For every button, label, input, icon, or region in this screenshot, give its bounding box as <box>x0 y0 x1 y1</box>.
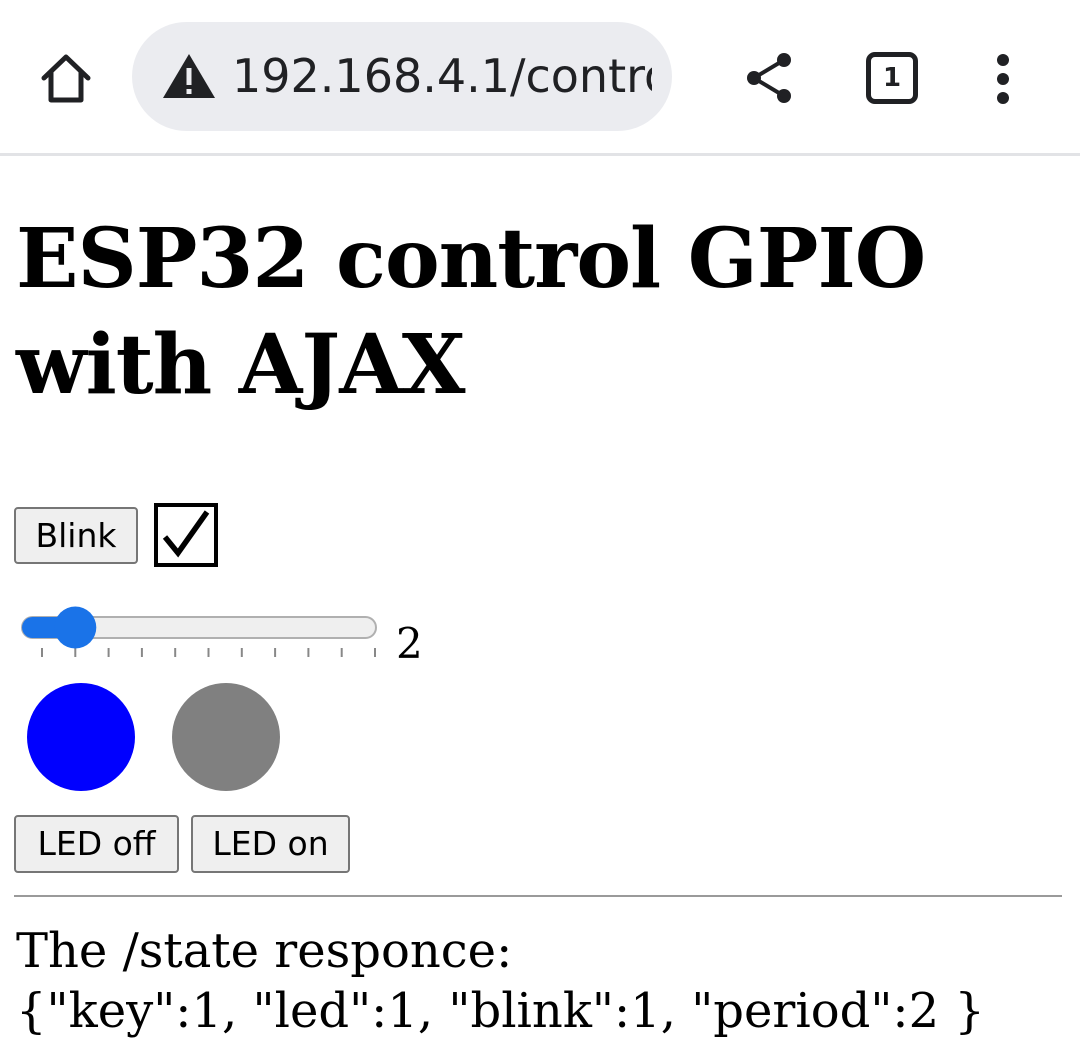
toolbar-divider <box>0 153 1080 156</box>
tab-count: 1 <box>882 63 902 93</box>
slider-ticks <box>41 648 376 657</box>
led-indicator-2 <box>172 683 280 791</box>
state-label: The /state responce: <box>16 923 513 979</box>
more-menu-icon[interactable] <box>985 52 1021 106</box>
blink-button[interactable]: Blink <box>14 507 138 564</box>
period-slider[interactable] <box>20 606 380 666</box>
led-indicator-1 <box>27 683 135 791</box>
blink-checkbox[interactable] <box>154 503 218 567</box>
checkmark-icon <box>162 510 210 558</box>
tab-switcher-button[interactable]: 1 <box>866 52 918 104</box>
home-icon[interactable] <box>36 50 96 106</box>
slider-thumb <box>54 606 97 649</box>
led-on-button[interactable]: LED on <box>191 815 350 873</box>
state-json: {"key":1, "led":1, "blink":1, "period":2… <box>16 983 985 1039</box>
slider-value: 2 <box>396 619 423 668</box>
led-off-button[interactable]: LED off <box>14 815 179 873</box>
warning-icon[interactable] <box>162 52 216 100</box>
page-title: ESP32 control GPIO with AJAX <box>16 211 926 413</box>
address-bar[interactable]: 192.168.4.1/control <box>132 22 672 131</box>
browser-toolbar: 192.168.4.1/control 1 <box>0 0 1080 154</box>
divider <box>14 895 1062 897</box>
url-text[interactable]: 192.168.4.1/control <box>232 46 652 106</box>
share-icon[interactable] <box>742 50 796 106</box>
